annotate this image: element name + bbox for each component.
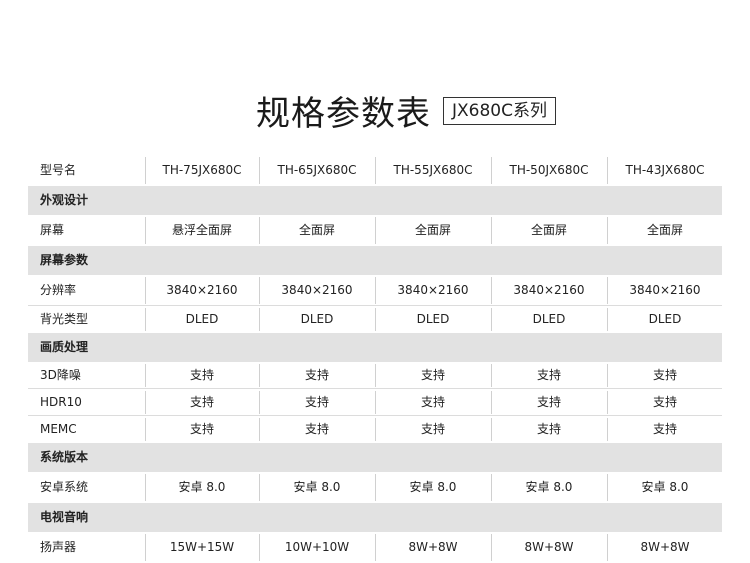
table-cell: 支持 xyxy=(536,422,561,436)
table-cell: 支持 xyxy=(189,422,214,436)
row-label: 背光类型 xyxy=(40,312,89,326)
section-header-system: 系统版本 xyxy=(28,443,722,472)
table-cell: 支持 xyxy=(304,422,329,436)
table-cell: 支持 xyxy=(536,395,561,409)
table-cell: 3840×2160 xyxy=(513,283,585,297)
table-cell: 全面屏 xyxy=(414,223,451,237)
table-cell: 安卓 8.0 xyxy=(293,480,341,494)
table-cell: DLED xyxy=(648,312,682,326)
section-header-screen-params: 屏幕参数 xyxy=(28,246,722,275)
table-cell: 全面屏 xyxy=(530,223,567,237)
section-header-picture: 画质处理 xyxy=(28,333,722,362)
row-label: 扬声器 xyxy=(40,540,77,554)
table-cell: 支持 xyxy=(420,395,445,409)
row-label: 型号名 xyxy=(40,163,77,177)
table-cell: 8W+8W xyxy=(640,540,690,554)
row-label: HDR10 xyxy=(40,395,82,409)
table-cell: DLED xyxy=(416,312,450,326)
table-cell: 10W+10W xyxy=(284,540,350,554)
model-cell: TH-55JX680C xyxy=(393,163,473,177)
table-row: 扬声器 15W+15W 10W+10W 8W+8W 8W+8W 8W+8W xyxy=(28,532,722,563)
table-cell: DLED xyxy=(532,312,566,326)
table-cell: 支持 xyxy=(536,368,561,382)
table-cell: 安卓 8.0 xyxy=(178,480,226,494)
table-cell: 3840×2160 xyxy=(166,283,238,297)
table-cell: DLED xyxy=(300,312,334,326)
table-row: 安卓系统 安卓 8.0 安卓 8.0 安卓 8.0 安卓 8.0 安卓 8.0 xyxy=(28,472,722,503)
table-cell: 全面屏 xyxy=(646,223,683,237)
table-row: 3D降噪 支持 支持 支持 支持 支持 xyxy=(28,362,722,389)
section-header-audio: 电视音响 xyxy=(28,503,722,532)
table-cell: 3840×2160 xyxy=(629,283,701,297)
table-cell: 3840×2160 xyxy=(281,283,353,297)
table-cell: 支持 xyxy=(304,368,329,382)
table-cell: 支持 xyxy=(189,395,214,409)
table-cell: 15W+15W xyxy=(169,540,235,554)
table-row: MEMC 支持 支持 支持 支持 支持 xyxy=(28,416,722,443)
table-cell: 全面屏 xyxy=(298,223,335,237)
row-label: 安卓系统 xyxy=(40,480,89,494)
table-cell: 支持 xyxy=(189,368,214,382)
row-label: 3D降噪 xyxy=(40,368,81,382)
table-cell: 安卓 8.0 xyxy=(525,480,573,494)
model-cell: TH-43JX680C xyxy=(625,163,705,177)
model-cell: TH-65JX680C xyxy=(277,163,357,177)
title-area: 规格参数表 JX680C系列 xyxy=(0,86,750,135)
table-row: HDR10 支持 支持 支持 支持 支持 xyxy=(28,389,722,416)
section-header-design: 外观设计 xyxy=(28,186,722,215)
model-cell: TH-50JX680C xyxy=(509,163,589,177)
table-cell: 安卓 8.0 xyxy=(409,480,457,494)
table-row: 分辨率 3840×2160 3840×2160 3840×2160 3840×2… xyxy=(28,275,722,306)
table-cell: 支持 xyxy=(652,368,677,382)
page-title: 规格参数表 xyxy=(256,94,431,134)
model-row: 型号名 TH-75JX680C TH-65JX680C TH-55JX680C … xyxy=(28,155,722,186)
spec-table: 型号名 TH-75JX680C TH-65JX680C TH-55JX680C … xyxy=(28,155,722,563)
table-cell: 悬浮全面屏 xyxy=(171,223,232,237)
table-cell: 8W+8W xyxy=(524,540,574,554)
series-badge: JX680C系列 xyxy=(443,96,556,125)
table-cell: 支持 xyxy=(304,395,329,409)
table-cell: 支持 xyxy=(420,368,445,382)
table-cell: 3840×2160 xyxy=(397,283,469,297)
row-label: 屏幕 xyxy=(40,223,65,237)
table-cell: 支持 xyxy=(420,422,445,436)
table-row: 背光类型 DLED DLED DLED DLED DLED xyxy=(28,306,722,333)
row-label: 分辨率 xyxy=(40,283,77,297)
table-cell: DLED xyxy=(185,312,219,326)
table-row: 屏幕 悬浮全面屏 全面屏 全面屏 全面屏 全面屏 xyxy=(28,215,722,246)
row-label: MEMC xyxy=(40,422,77,436)
table-cell: 支持 xyxy=(652,422,677,436)
table-cell: 安卓 8.0 xyxy=(641,480,689,494)
table-cell: 8W+8W xyxy=(408,540,458,554)
table-cell: 支持 xyxy=(652,395,677,409)
model-cell: TH-75JX680C xyxy=(162,163,242,177)
